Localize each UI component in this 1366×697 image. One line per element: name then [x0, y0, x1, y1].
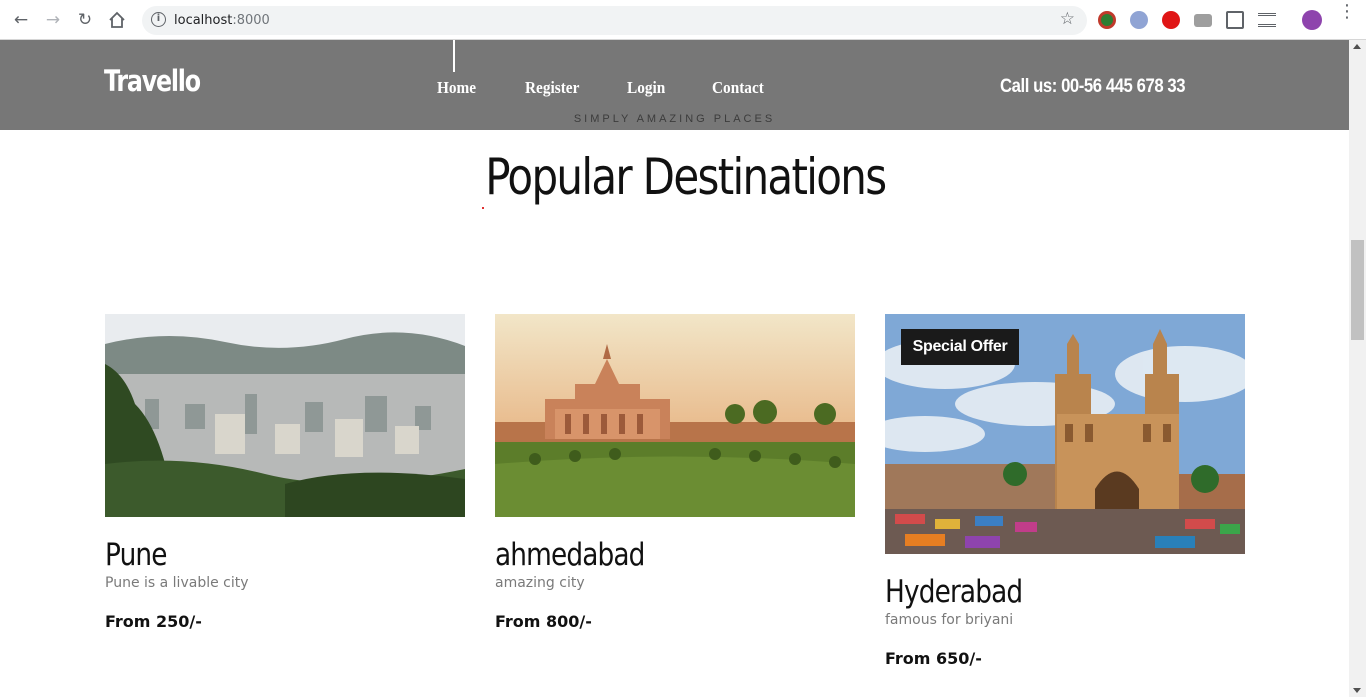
camera-icon[interactable]	[1194, 14, 1212, 27]
nav-register[interactable]: Register	[525, 78, 579, 98]
scrollbar-thumb[interactable]	[1351, 240, 1364, 340]
browser-toolbar: ← → ↻ i localhost:8000 ☆ ⋮	[0, 0, 1366, 40]
extension-globe-icon[interactable]	[1098, 11, 1116, 29]
reload-icon[interactable]: ↻	[74, 9, 96, 31]
extension-stop-icon[interactable]	[1162, 11, 1180, 29]
extension-list-icon[interactable]	[1258, 13, 1276, 27]
url-text: localhost:8000	[174, 13, 270, 28]
destination-card-ahmedabad[interactable]: ahmedabad amazing city From 800/-	[495, 314, 855, 631]
back-icon[interactable]: ←	[10, 9, 32, 31]
header-divider	[453, 40, 455, 72]
tagline: SIMPLY AMAZING PLACES	[573, 113, 776, 125]
scroll-up-icon[interactable]	[1353, 44, 1361, 49]
destination-desc: amazing city	[495, 575, 585, 591]
destination-name[interactable]: Pune	[105, 537, 411, 573]
destination-desc: famous for briyani	[885, 612, 1014, 628]
screenshot-icon[interactable]	[1226, 11, 1244, 29]
site-logo[interactable]: Travello	[104, 64, 201, 98]
destination-price: From 250/-	[105, 612, 202, 631]
site-header: Travello Home Register Login Contact Cal…	[0, 40, 1349, 130]
page-viewport: Travello Home Register Login Contact Cal…	[0, 40, 1349, 697]
nav-home[interactable]: Home	[437, 78, 476, 98]
address-bar[interactable]: i localhost:8000 ☆	[142, 6, 1087, 35]
pune-image[interactable]	[105, 314, 465, 517]
scroll-down-icon[interactable]	[1353, 688, 1361, 693]
ahmedabad-image[interactable]	[495, 314, 855, 517]
forward-icon[interactable]: →	[42, 9, 64, 31]
decorative-dot	[482, 207, 484, 209]
nav-contact[interactable]: Contact	[712, 78, 764, 98]
special-offer-badge: Special Offer	[901, 329, 1019, 365]
site-info-icon[interactable]: i	[151, 12, 166, 27]
extension-info-icon[interactable]	[1130, 11, 1148, 29]
destination-name[interactable]: Hyderabad	[885, 574, 1191, 610]
destination-price: From 800/-	[495, 612, 592, 631]
home-icon[interactable]	[106, 9, 128, 31]
destination-card-pune[interactable]: Pune Pune is a livable city From 250/-	[105, 314, 465, 631]
destination-name[interactable]: ahmedabad	[495, 537, 801, 573]
section-title: Popular Destinations	[485, 148, 887, 206]
destination-card-hyderabad[interactable]: Special Offer Hyderabad famous for briya…	[885, 314, 1245, 668]
call-us-text: Call us: 00-56 445 678 33	[1000, 76, 1186, 97]
destination-desc: Pune is a livable city	[105, 575, 249, 591]
bookmark-star-icon[interactable]: ☆	[1060, 9, 1075, 29]
page-scrollbar[interactable]	[1349, 40, 1366, 697]
destination-price: From 650/-	[885, 649, 982, 668]
profile-avatar[interactable]	[1302, 10, 1322, 30]
hyderabad-image[interactable]: Special Offer	[885, 314, 1245, 554]
nav-login[interactable]: Login	[627, 78, 665, 98]
more-menu-icon[interactable]: ⋮	[1338, 3, 1356, 21]
